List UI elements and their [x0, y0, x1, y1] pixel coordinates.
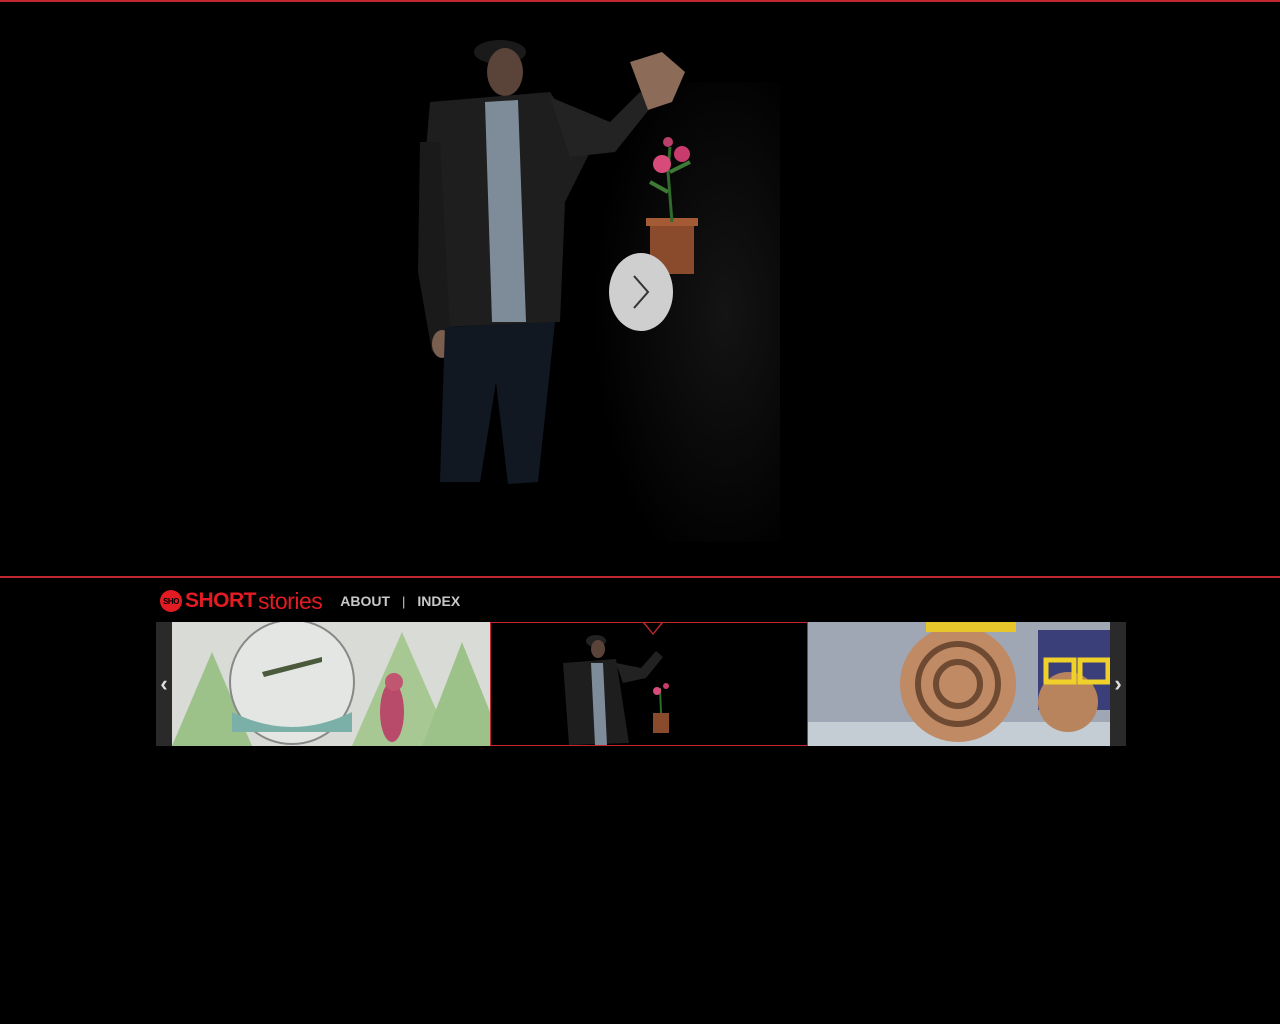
nav-about-link[interactable]: ABOUT	[340, 593, 390, 609]
logo-word-stories: stories	[258, 587, 323, 614]
logo-mark: SHO	[160, 590, 182, 612]
section-divider	[0, 576, 1280, 578]
current-episode-thumbnail	[491, 623, 807, 745]
chevron-left-icon: ‹	[160, 671, 168, 696]
glasses-thumbnail	[808, 622, 1110, 746]
chevron-right-icon	[633, 275, 650, 309]
carousel-prev-button[interactable]: ‹	[156, 622, 172, 746]
carousel-next-button[interactable]: ›	[1110, 622, 1126, 746]
episode-carousel: ‹ ›	[156, 622, 1126, 746]
active-item-pointer-inner	[645, 623, 661, 633]
top-nav: SHO SHORT stories ABOUT | INDEX	[160, 586, 460, 616]
carousel-item-glasses[interactable]	[808, 622, 1110, 746]
nav-separator: |	[402, 593, 406, 609]
hero-image	[418, 40, 780, 542]
logo-word-short: SHORT	[185, 589, 257, 612]
hero-video[interactable]	[0, 2, 1280, 577]
next-play-button[interactable]	[609, 253, 673, 331]
chevron-right-icon: ›	[1114, 671, 1122, 696]
sketch-thumbnail	[172, 622, 490, 746]
carousel-item-sketch[interactable]	[172, 622, 490, 746]
carousel-item-current[interactable]	[490, 622, 808, 746]
showtime-short-stories-logo[interactable]: SHO SHORT stories	[160, 587, 323, 615]
nav-index-link[interactable]: INDEX	[417, 593, 460, 609]
